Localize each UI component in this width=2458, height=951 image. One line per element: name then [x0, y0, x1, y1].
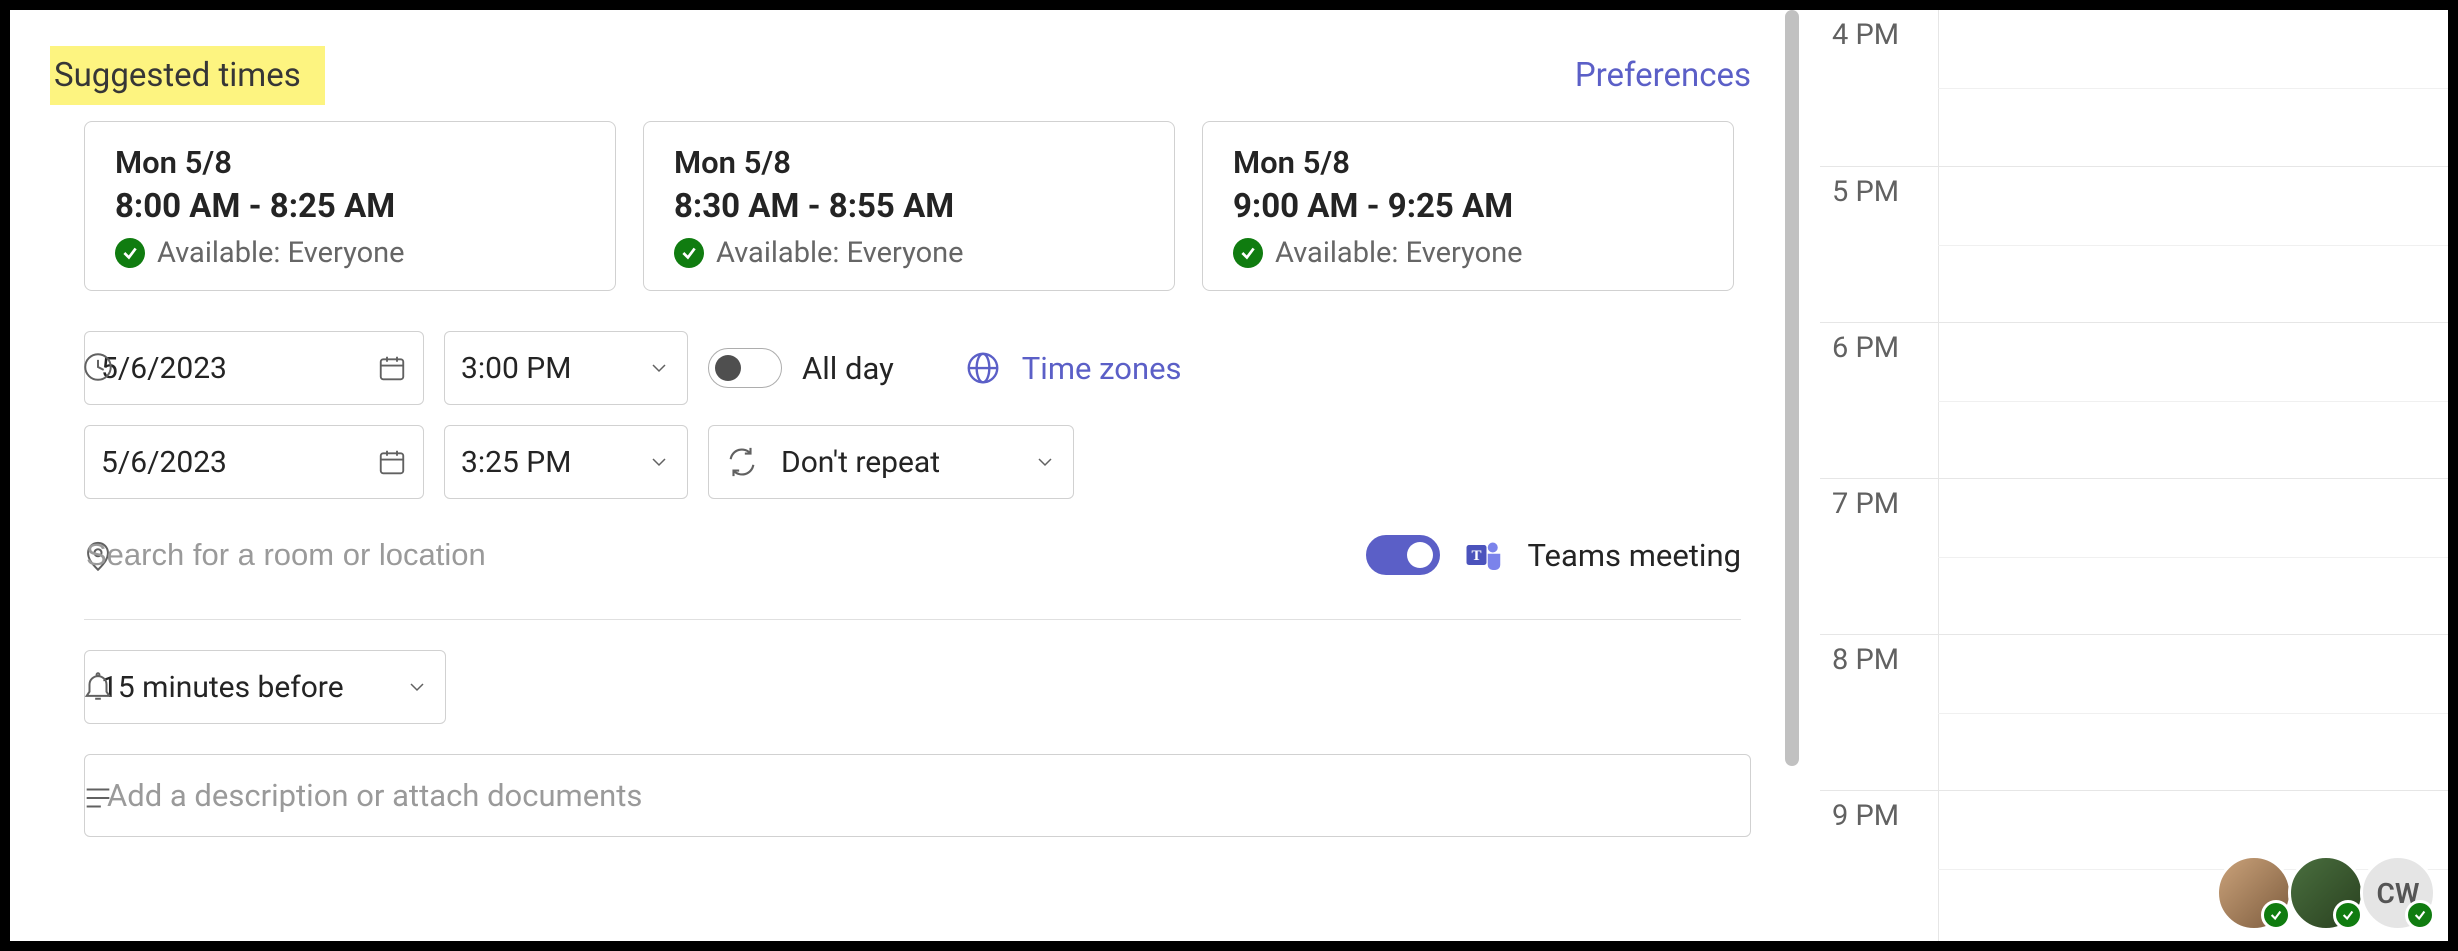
- end-time-value: 3:25 PM: [461, 445, 571, 480]
- presence-available-icon: [2405, 900, 2435, 930]
- teams-icon: T: [1464, 535, 1504, 575]
- suggested-times-heading: Suggested times: [50, 46, 325, 105]
- teams-meeting-label: Teams meeting: [1528, 537, 1741, 574]
- suggested-time-card[interactable]: Mon 5/8 9:00 AM - 9:25 AM Available: Eve…: [1202, 121, 1734, 291]
- suggested-time-card[interactable]: Mon 5/8 8:00 AM - 8:25 AM Available: Eve…: [84, 121, 616, 291]
- end-date-field[interactable]: 5/6/2023: [84, 425, 424, 499]
- calendar-hour-row[interactable]: 8 PM: [1820, 634, 2448, 790]
- presence-available-icon: [2261, 900, 2291, 930]
- mini-calendar-pane: 4 PM 5 PM 6 PM 7 PM 8 PM 9 PM: [1820, 10, 2448, 941]
- chevron-down-icon: [647, 356, 671, 380]
- avatar[interactable]: [2216, 855, 2292, 931]
- calendar-hour-row[interactable]: 5 PM: [1820, 166, 2448, 322]
- calendar-icon: [377, 353, 407, 383]
- calendar-icon: [377, 447, 407, 477]
- description-icon: [78, 778, 118, 818]
- start-time-value: 3:00 PM: [461, 351, 571, 386]
- availability-text: Available: Everyone: [1275, 236, 1523, 270]
- recurrence-value: Don't repeat: [781, 445, 940, 480]
- reminder-field[interactable]: 15 minutes before: [84, 650, 446, 724]
- preferences-link[interactable]: Preferences: [1575, 56, 1751, 95]
- start-date-field[interactable]: 5/6/2023: [84, 331, 424, 405]
- calendar-hour-row[interactable]: 7 PM: [1820, 478, 2448, 634]
- availability-text: Available: Everyone: [157, 236, 405, 270]
- start-date-value: 5/6/2023: [101, 351, 227, 386]
- hour-label: 4 PM: [1832, 18, 1899, 52]
- repeat-icon: [725, 445, 759, 479]
- availability-text: Available: Everyone: [716, 236, 964, 270]
- recurrence-field[interactable]: Don't repeat: [708, 425, 1074, 499]
- presence-avatars: CW: [2220, 855, 2436, 931]
- start-time-field[interactable]: 3:00 PM: [444, 331, 688, 405]
- hour-label: 5 PM: [1832, 175, 1899, 209]
- all-day-toggle[interactable]: [708, 348, 782, 388]
- svg-text:T: T: [1471, 548, 1481, 564]
- hour-label: 6 PM: [1832, 331, 1899, 365]
- calendar-hour-row[interactable]: 6 PM: [1820, 322, 2448, 478]
- chevron-down-icon: [1033, 450, 1057, 474]
- reminder-value: 15 minutes before: [101, 670, 344, 705]
- check-circle-icon: [1233, 238, 1263, 268]
- scrollbar[interactable]: [1781, 10, 1803, 768]
- divider: [84, 619, 1741, 620]
- clock-icon: [78, 347, 118, 387]
- suggested-timerange: 9:00 AM - 9:25 AM: [1233, 187, 1703, 226]
- chevron-down-icon: [647, 450, 671, 474]
- suggested-date: Mon 5/8: [115, 144, 585, 181]
- check-circle-icon: [674, 238, 704, 268]
- presence-available-icon: [2333, 900, 2363, 930]
- scrollbar-thumb[interactable]: [1785, 10, 1799, 766]
- bell-icon: [78, 666, 118, 706]
- suggested-timerange: 8:00 AM - 8:25 AM: [115, 187, 585, 226]
- end-date-value: 5/6/2023: [101, 445, 227, 480]
- suggested-date: Mon 5/8: [674, 144, 1144, 181]
- hour-label: 7 PM: [1832, 487, 1899, 521]
- location-input[interactable]: [84, 525, 1342, 585]
- end-time-field[interactable]: 3:25 PM: [444, 425, 688, 499]
- time-zones-link[interactable]: Time zones: [1022, 350, 1182, 387]
- description-field[interactable]: Add a description or attach documents: [84, 754, 1751, 837]
- globe-icon: [964, 349, 1002, 387]
- teams-meeting-toggle[interactable]: [1366, 535, 1440, 575]
- hour-label: 9 PM: [1832, 799, 1899, 833]
- suggested-date: Mon 5/8: [1233, 144, 1703, 181]
- hour-label: 8 PM: [1832, 643, 1899, 677]
- avatar[interactable]: CW: [2360, 855, 2436, 931]
- suggested-time-card[interactable]: Mon 5/8 8:30 AM - 8:55 AM Available: Eve…: [643, 121, 1175, 291]
- suggested-times-cards: Mon 5/8 8:00 AM - 8:25 AM Available: Eve…: [84, 121, 1781, 291]
- chevron-down-icon: [405, 675, 429, 699]
- avatar[interactable]: [2288, 855, 2364, 931]
- suggested-timerange: 8:30 AM - 8:55 AM: [674, 187, 1144, 226]
- check-circle-icon: [115, 238, 145, 268]
- calendar-hour-row[interactable]: 4 PM: [1820, 10, 2448, 166]
- all-day-label: All day: [802, 350, 894, 387]
